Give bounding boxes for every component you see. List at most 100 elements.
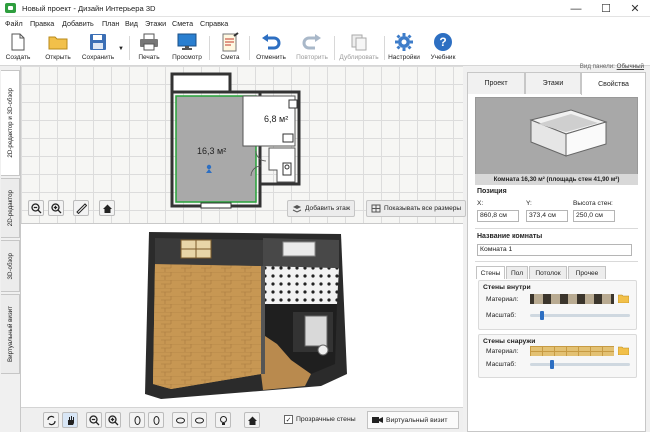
view-3d[interactable] [21, 224, 463, 432]
position-title: Позиция [477, 188, 507, 195]
home-icon [102, 204, 112, 213]
room-summary-caption: Комната 16,30 м² (площадь стен 41,90 м²) [475, 174, 638, 185]
home-view-button[interactable] [99, 200, 115, 216]
x-position-input[interactable]: 860,8 см [477, 210, 519, 222]
ruler-button[interactable] [73, 200, 89, 216]
tilt-up-icon [175, 417, 185, 423]
subtab-floor[interactable]: Пол [506, 266, 528, 279]
subtab-other[interactable]: Прочее [568, 266, 606, 279]
print-button[interactable]: Печать [136, 32, 162, 64]
folder-icon [48, 32, 68, 52]
home-3d-button[interactable] [244, 412, 260, 428]
inside-material-label: Материал: [486, 296, 519, 303]
transparent-walls-checkbox[interactable]: ✓ [284, 415, 293, 424]
duplicate-icon [349, 32, 369, 52]
tilt-down-button[interactable] [191, 412, 207, 428]
inside-scale-slider[interactable] [530, 314, 630, 317]
lighting-button[interactable] [215, 412, 231, 428]
menu-edit[interactable]: Правка [30, 19, 54, 28]
preview-button[interactable]: Просмотр [170, 32, 204, 64]
zoom-out-button[interactable] [28, 200, 44, 216]
virtual-visit-button[interactable]: Виртуальный визит [367, 411, 459, 429]
outside-scale-label: Масштаб: [486, 361, 517, 368]
estimate-button[interactable]: Смета [216, 32, 244, 64]
menu-add[interactable]: Добавить [62, 19, 94, 28]
subtab-walls[interactable]: Стены [476, 266, 505, 279]
outside-material-swatch[interactable] [530, 346, 614, 356]
zoom-in-icon [107, 414, 118, 425]
tab-3d-view[interactable]: 3D-обзор [1, 240, 20, 292]
new-document-icon [8, 32, 28, 52]
orbit-left-icon [134, 415, 140, 425]
menu-estimate[interactable]: Смета [172, 19, 193, 28]
inside-material-swatch[interactable] [530, 294, 614, 304]
redo-button[interactable]: Повторить [293, 32, 331, 64]
svg-text:?: ? [439, 35, 446, 49]
pan-hand-button[interactable] [62, 412, 78, 428]
orbit-left-button[interactable] [129, 412, 145, 428]
walls-inside-group: Стены внутри [478, 280, 637, 330]
room-1-area-label: 16,3 м² [197, 146, 227, 156]
monitor-icon [177, 32, 197, 52]
menu-plan[interactable]: План [102, 19, 119, 28]
save-dropdown-arrow[interactable]: ▼ [117, 32, 125, 64]
menu-file[interactable]: Файл [5, 19, 23, 28]
walls-outside-group: Стены снаружи [478, 334, 637, 378]
subtab-ceiling[interactable]: Потолок [529, 266, 567, 279]
inside-scale-slider-thumb[interactable] [540, 311, 544, 320]
x-label: X: [477, 200, 484, 207]
panel-mode-link[interactable]: Обычный [617, 63, 644, 70]
show-all-sizes-button[interactable]: Показывать все размеры [366, 200, 467, 217]
menu-floors[interactable]: Этажи [145, 19, 166, 28]
menu-bar: Файл Правка Добавить План Вид Этажи Смет… [0, 17, 650, 30]
right-panel-tabs: Проект Этажи Свойства [467, 72, 646, 95]
menu-help[interactable]: Справка [200, 19, 228, 28]
title-bar: Новый проект - Дизайн Интерьера 3D — ☐ ✕ [0, 0, 650, 17]
tab-project[interactable]: Проект [467, 72, 525, 94]
maximize-button[interactable]: ☐ [591, 0, 621, 17]
zoom-in-icon [50, 202, 61, 213]
inside-scale-label: Масштаб: [486, 312, 517, 319]
tab-floors[interactable]: Этажи [525, 72, 581, 94]
tab-properties[interactable]: Свойства [581, 72, 646, 95]
gear-icon [394, 32, 414, 52]
room-name-title: Название комнаты [477, 233, 543, 240]
rotate-icon [46, 415, 56, 425]
tab-virtual-visit[interactable]: Виртуальный визит [1, 294, 20, 374]
y-label: Y: [526, 200, 532, 207]
save-button[interactable]: Сохранить [80, 32, 116, 64]
wall-height-label: Высота стен: [573, 200, 613, 207]
y-position-input[interactable]: 373,4 см [526, 210, 568, 222]
open-button[interactable]: Открыть [42, 32, 74, 64]
room-name-input[interactable]: Комната 1 [477, 244, 632, 256]
tutorial-button[interactable]: ? Учебник [427, 32, 459, 64]
close-button[interactable]: ✕ [620, 0, 650, 17]
outside-material-folder-icon[interactable] [617, 346, 630, 357]
settings-button[interactable]: Настройки [386, 32, 422, 64]
dimensions-grid-icon [371, 204, 381, 213]
undo-arrow-icon [261, 32, 281, 52]
duplicate-button[interactable]: Дублировать [337, 32, 381, 64]
undo-button[interactable]: Отменить [254, 32, 288, 64]
wall-height-input[interactable]: 250,0 см [573, 210, 615, 222]
zoom-out-3d-button[interactable] [86, 412, 102, 428]
tab-2d-and-3d[interactable]: 2D-редактор и 3D-обзор [1, 70, 20, 176]
outside-scale-slider[interactable] [530, 363, 630, 366]
tilt-up-button[interactable] [172, 412, 188, 428]
minimize-button[interactable]: — [561, 0, 591, 17]
zoom-in-3d-button[interactable] [105, 412, 121, 428]
orbit-right-button[interactable] [148, 412, 164, 428]
zoom-in-button[interactable] [48, 200, 64, 216]
view-mode-tabs: 2D-редактор и 3D-обзор 2D-редактор 3D-об… [0, 66, 21, 432]
inside-material-folder-icon[interactable] [617, 294, 630, 305]
toolbar: Создать Открыть Сохранить ▼ Печать Просм… [0, 30, 650, 70]
create-button[interactable]: Создать [4, 32, 32, 64]
light-bulb-icon [219, 415, 227, 425]
rotate-view-button[interactable] [43, 412, 59, 428]
outside-scale-slider-thumb[interactable] [550, 360, 554, 369]
printer-icon [139, 32, 159, 52]
tab-2d-editor[interactable]: 2D-редактор [1, 178, 20, 238]
room-box-preview-icon [529, 109, 608, 157]
add-floor-button[interactable]: Добавить этаж [287, 200, 356, 217]
menu-view[interactable]: Вид [125, 19, 138, 28]
